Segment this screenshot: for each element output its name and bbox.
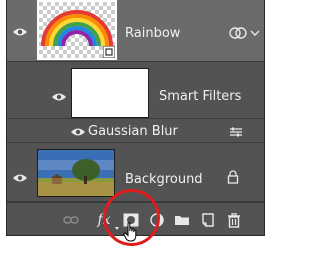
lock-icon <box>227 170 239 184</box>
smart-filters-label: Smart Filters <box>159 89 242 104</box>
dropdown-arrow-icon[interactable] <box>250 29 260 37</box>
new-layer-icon[interactable] <box>199 211 217 229</box>
filter-name-gaussian-blur: Gaussian Blur <box>88 124 178 139</box>
smart-filter-mask-thumbnail[interactable] <box>71 68 149 118</box>
smart-object-badge-icon <box>103 46 115 58</box>
layer-name-background: Background <box>125 172 203 187</box>
smart-filter-indicator-icon <box>229 27 247 39</box>
eye-icon[interactable] <box>12 173 28 183</box>
group-folder-icon[interactable] <box>173 211 191 229</box>
eye-icon[interactable] <box>51 92 67 102</box>
hand-cursor-icon <box>123 222 137 242</box>
link-icon[interactable] <box>62 211 80 229</box>
rainbow-thumbnail <box>37 0 117 60</box>
trash-icon[interactable] <box>225 211 243 229</box>
layer-row-rainbow[interactable]: Rainbow <box>7 0 264 62</box>
layer-name-rainbow: Rainbow <box>125 26 181 41</box>
background-thumbnail <box>37 149 115 197</box>
filter-row-gaussian-blur[interactable]: Gaussian Blur <box>7 119 264 143</box>
smart-filters-row[interactable]: Smart Filters <box>7 62 264 119</box>
eye-icon[interactable] <box>12 27 28 37</box>
filter-blending-options-icon[interactable] <box>229 126 243 138</box>
eye-icon[interactable] <box>70 127 86 137</box>
